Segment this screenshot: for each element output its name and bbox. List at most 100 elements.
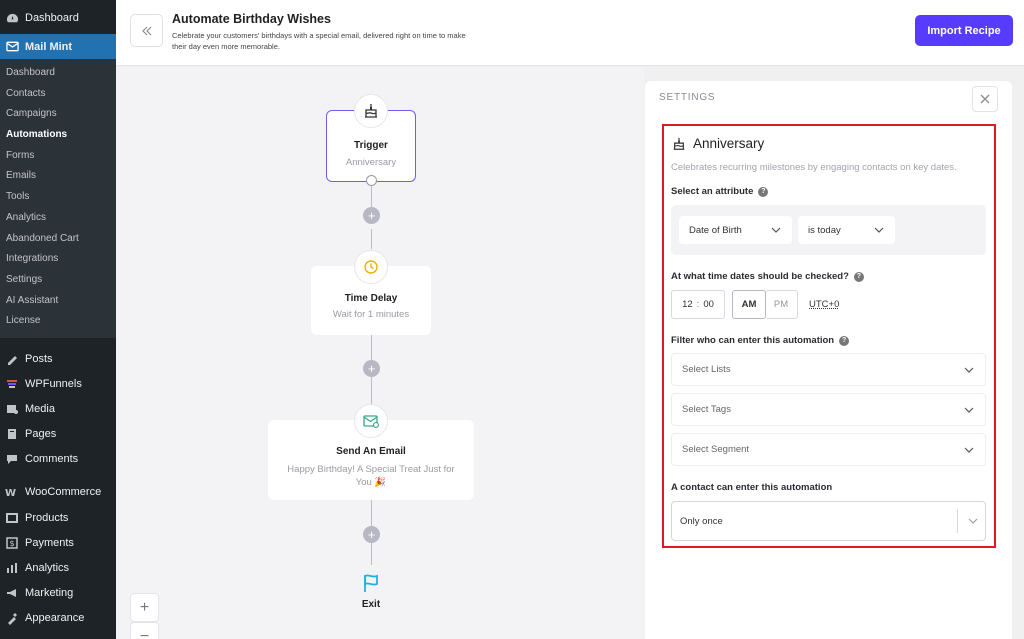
submenu-item-emails[interactable]: Emails (0, 166, 116, 187)
menu-wpfunnels-label: WPFunnels (25, 377, 82, 390)
menu-woocommerce-label: WooCommerce (25, 486, 102, 499)
menu-media[interactable]: Media (0, 396, 116, 421)
anniversary-heading: Anniversary (672, 136, 764, 151)
menu-analytics[interactable]: Analytics (0, 555, 116, 580)
mail-mint-submenu: Dashboard Contacts Campaigns Automations For… (0, 59, 116, 338)
filter-label-text: Filter who can enter this automation (671, 335, 835, 346)
submenu-item-dashboard[interactable]: Dashboard (0, 63, 116, 84)
menu-appearance[interactable]: Appearance (0, 606, 116, 631)
select-segment-placeholder: Select Segment (682, 444, 750, 455)
attribute-label-text: Select an attribute (671, 186, 754, 197)
page-subtitle: Celebrate your customers' birthdays with… (172, 31, 466, 51)
menu-mail-mint[interactable]: Mail Mint (0, 34, 116, 59)
help-icon[interactable]: ? (853, 271, 864, 282)
condition-select[interactable]: is today (798, 216, 895, 244)
close-icon (980, 94, 990, 104)
select-segment-dropdown[interactable]: Select Segment (671, 433, 986, 466)
submenu-item-abandoned-cart[interactable]: Abandoned Cart (0, 229, 116, 250)
submenu-item-contacts[interactable]: Contacts (0, 84, 116, 105)
marketing-icon (5, 586, 19, 600)
back-button[interactable] (130, 14, 163, 47)
add-step-button[interactable]: + (363, 526, 380, 543)
svg-text:W: W (5, 488, 16, 499)
send-email-subtitle: Happy Birthday! A Special Treat Just for… (287, 464, 455, 488)
menu-posts-label: Posts (25, 352, 53, 365)
submenu-item-settings[interactable]: Settings (0, 270, 116, 291)
page-title: Automate Birthday Wishes (172, 12, 331, 26)
menu-products[interactable]: Products (0, 505, 116, 530)
mail-icon (5, 40, 19, 54)
cake-icon (672, 137, 686, 151)
menu-dashboard-label: Dashboard (25, 12, 79, 24)
submenu-item-tools[interactable]: Tools (0, 187, 116, 208)
time-delay-subtitle: Wait for 1 minutes (332, 309, 410, 320)
appearance-icon (5, 611, 19, 626)
wpfunnels-icon (5, 377, 19, 391)
menu-comments[interactable]: Comments (0, 447, 116, 472)
submenu-item-integrations[interactable]: Integrations (0, 249, 116, 270)
submenu-item-forms[interactable]: Forms (0, 146, 116, 167)
wp-admin-sidebar: Dashboard Mail Mint Dashboard Contacts Cam… (0, 0, 116, 639)
help-icon[interactable]: ? (839, 335, 850, 346)
send-email-title: Send An Email (336, 446, 406, 457)
submenu-item-license[interactable]: License (0, 311, 116, 332)
posts-icon (5, 352, 19, 366)
add-step-button[interactable]: + (363, 360, 380, 377)
anniversary-settings-highlight: Anniversary Celebrates recurring milesto… (662, 124, 996, 548)
import-recipe-button[interactable]: Import Recipe (915, 15, 1013, 46)
submenu-item-analytics[interactable]: Analytics (0, 208, 116, 229)
menu-marketing-label: Marketing (25, 587, 74, 600)
menu-posts[interactable]: Posts (0, 346, 116, 371)
chevron-down-icon (770, 226, 782, 234)
menu-pages-label: Pages (25, 428, 57, 441)
cake-icon (354, 94, 388, 128)
analytics-icon (5, 561, 19, 575)
entry-label: A contact can enter this automation (671, 482, 832, 493)
menu-marketing[interactable]: Marketing (0, 581, 116, 606)
zoom-in-button[interactable]: + (130, 593, 159, 622)
submenu-item-ai-assistant[interactable]: AI Assistant (0, 291, 116, 312)
trigger-connector-dot[interactable] (366, 175, 377, 186)
double-chevron-left-icon (141, 26, 151, 35)
clock-icon (354, 250, 388, 284)
select-tags-dropdown[interactable]: Select Tags (671, 393, 986, 426)
entry-frequency-select[interactable]: Only once (671, 501, 986, 541)
trigger-subtitle: Anniversary (345, 157, 397, 168)
pages-icon (5, 427, 19, 441)
menu-payments[interactable]: $ Payments (0, 530, 116, 555)
chevron-down-icon (873, 226, 885, 234)
menu-wpfunnels[interactable]: WPFunnels (0, 371, 116, 396)
add-step-button[interactable]: + (363, 207, 380, 224)
submenu-item-campaigns[interactable]: Campaigns (0, 104, 116, 125)
select-lists-dropdown[interactable]: Select Lists (671, 353, 986, 386)
timezone-link[interactable]: UTC+0 (809, 299, 839, 310)
time-delay-title: Time Delay (344, 293, 398, 304)
zoom-out-button[interactable]: − (130, 622, 159, 639)
filter-label: Filter who can enter this automation ? (671, 335, 850, 346)
select-tags-placeholder: Select Tags (682, 404, 731, 415)
settings-panel: SETTINGS Anniversary Celebrates recurrin… (645, 81, 1012, 639)
menu-dashboard[interactable]: Dashboard (0, 8, 116, 28)
chevron-down-icon (968, 516, 978, 527)
flag-icon (361, 573, 381, 598)
media-icon (5, 402, 19, 416)
menu-appearance-label: Appearance (25, 612, 85, 625)
help-icon[interactable]: ? (758, 186, 769, 197)
attribute-select[interactable]: Date of Birth (679, 216, 792, 244)
am-button[interactable]: AM (732, 290, 766, 319)
pm-button[interactable]: PM (765, 290, 798, 319)
products-icon (5, 511, 19, 525)
automation-canvas[interactable]: Trigger Anniversary + Time Delay Wait fo… (116, 67, 644, 639)
menu-mail-mint-label: Mail Mint (25, 40, 73, 53)
time-input[interactable]: 12 : 00 (671, 290, 725, 319)
menu-payments-label: Payments (25, 536, 74, 549)
menu-pages[interactable]: Pages (0, 422, 116, 447)
submenu-item-automations[interactable]: Automations (0, 125, 116, 146)
close-settings-button[interactable] (972, 86, 998, 112)
menu-woocommerce[interactable]: W WooCommerce (0, 480, 116, 505)
menu-products-label: Products (25, 511, 69, 524)
hour-value: 12 (682, 299, 693, 310)
page-header: Automate Birthday Wishes Celebrate your … (116, 0, 1024, 66)
payments-icon: $ (5, 536, 19, 550)
minute-value: 00 (703, 299, 714, 310)
